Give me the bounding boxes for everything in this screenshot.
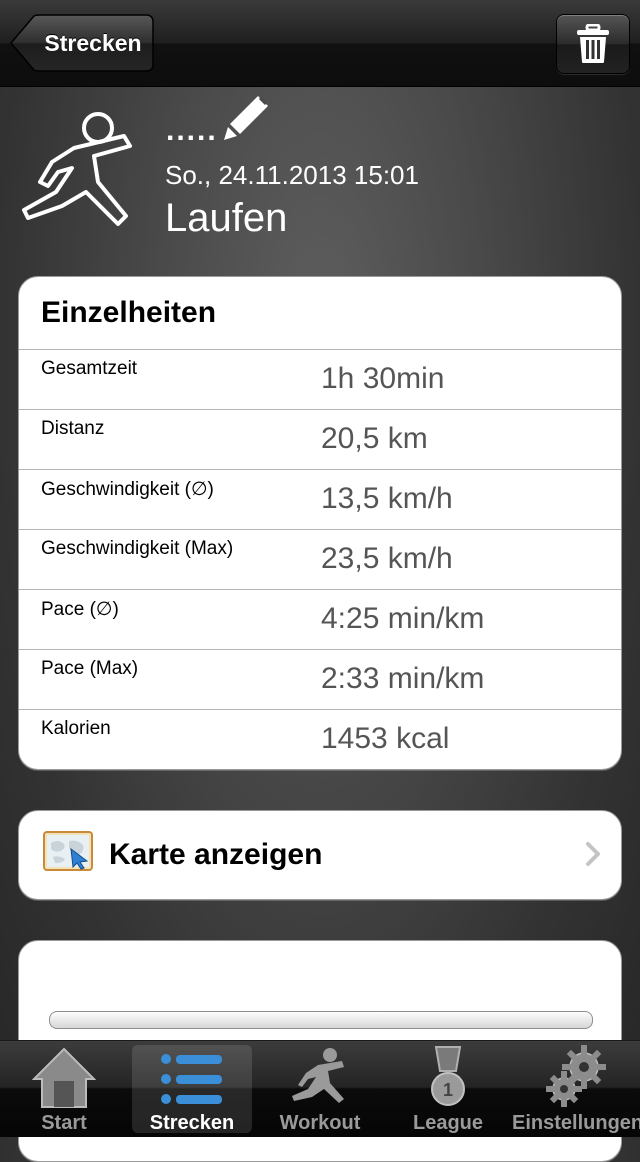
runner-icon: [292, 1048, 344, 1103]
navigation-bar: Strecken: [0, 0, 640, 87]
details-row-total-time: Gesamtzeit 1h 30min: [19, 350, 621, 410]
show-map-button[interactable]: Karte anzeigen: [18, 810, 622, 900]
progress-bar: [49, 1011, 593, 1029]
row-value: 4:25 min/km: [321, 602, 485, 635]
medal-icon: 1: [431, 1046, 465, 1106]
row-label: Geschwindigkeit (∅): [41, 479, 214, 500]
back-button-label: Strecken: [44, 30, 142, 56]
list-icon: [161, 1054, 222, 1104]
row-value: 20,5 km: [321, 422, 428, 455]
activity-date: So., 24.11.2013 15:01: [165, 160, 419, 190]
tab-label: Einstellungen: [512, 1112, 640, 1134]
details-card: Einzelheiten Gesamtzeit 1h 30min Distanz…: [18, 276, 622, 770]
details-row-max-pace: Pace (Max) 2:33 min/km: [19, 650, 621, 710]
trash-icon: [577, 24, 609, 63]
row-label: Pace (Max): [41, 658, 139, 679]
tab-label: Strecken: [149, 1112, 235, 1134]
tab-label: Start: [41, 1112, 87, 1134]
details-row-avg-pace: Pace (∅) 4:25 min/km: [19, 590, 621, 650]
row-value: 2:33 min/km: [321, 662, 485, 695]
gear-icon: [546, 1045, 606, 1107]
delete-button[interactable]: [556, 14, 630, 74]
tab-strecken[interactable]: Strecken: [132, 1045, 252, 1134]
row-value: 1453 kcal: [321, 722, 450, 755]
details-row-calories: Kalorien 1453 kcal: [19, 710, 621, 769]
row-label: Kalorien: [41, 718, 111, 739]
tab-einstellungen[interactable]: Einstellungen: [512, 1041, 640, 1137]
running-activity-icon: [22, 112, 132, 226]
svg-text:1: 1: [443, 1080, 453, 1100]
details-title: Einzelheiten: [19, 277, 621, 350]
row-value: 23,5 km/h: [321, 542, 453, 575]
tab-league[interactable]: 1 League: [384, 1041, 512, 1137]
back-button[interactable]: Strecken: [10, 14, 154, 72]
row-value: 1h 30min: [321, 362, 445, 395]
row-label: Distanz: [41, 418, 105, 439]
activity-name: .....: [166, 114, 218, 147]
row-value: 13,5 km/h: [321, 482, 453, 515]
details-row-distance: Distanz 20,5 km: [19, 410, 621, 470]
details-row-avg-speed: Geschwindigkeit (∅) 13,5 km/h: [19, 470, 621, 530]
row-label: Geschwindigkeit (Max): [41, 538, 234, 559]
chevron-right-icon: [586, 842, 600, 866]
tab-label: League: [412, 1112, 484, 1134]
activity-type: Laufen: [165, 196, 288, 240]
home-icon: [32, 1047, 96, 1108]
tab-start[interactable]: Start: [0, 1041, 128, 1137]
row-label: Gesamtzeit: [41, 358, 138, 379]
row-label: Pace (∅): [41, 599, 119, 620]
edit-pencil-icon[interactable]: [222, 94, 272, 142]
tab-bar: Start Strecken Workout 1 League Einstell…: [0, 1040, 640, 1137]
show-map-label: Karte anzeigen: [109, 838, 323, 871]
details-row-max-speed: Geschwindigkeit (Max) 23,5 km/h: [19, 530, 621, 590]
tab-workout[interactable]: Workout: [256, 1041, 384, 1137]
tab-label: Workout: [279, 1112, 361, 1134]
map-icon: [43, 831, 93, 871]
